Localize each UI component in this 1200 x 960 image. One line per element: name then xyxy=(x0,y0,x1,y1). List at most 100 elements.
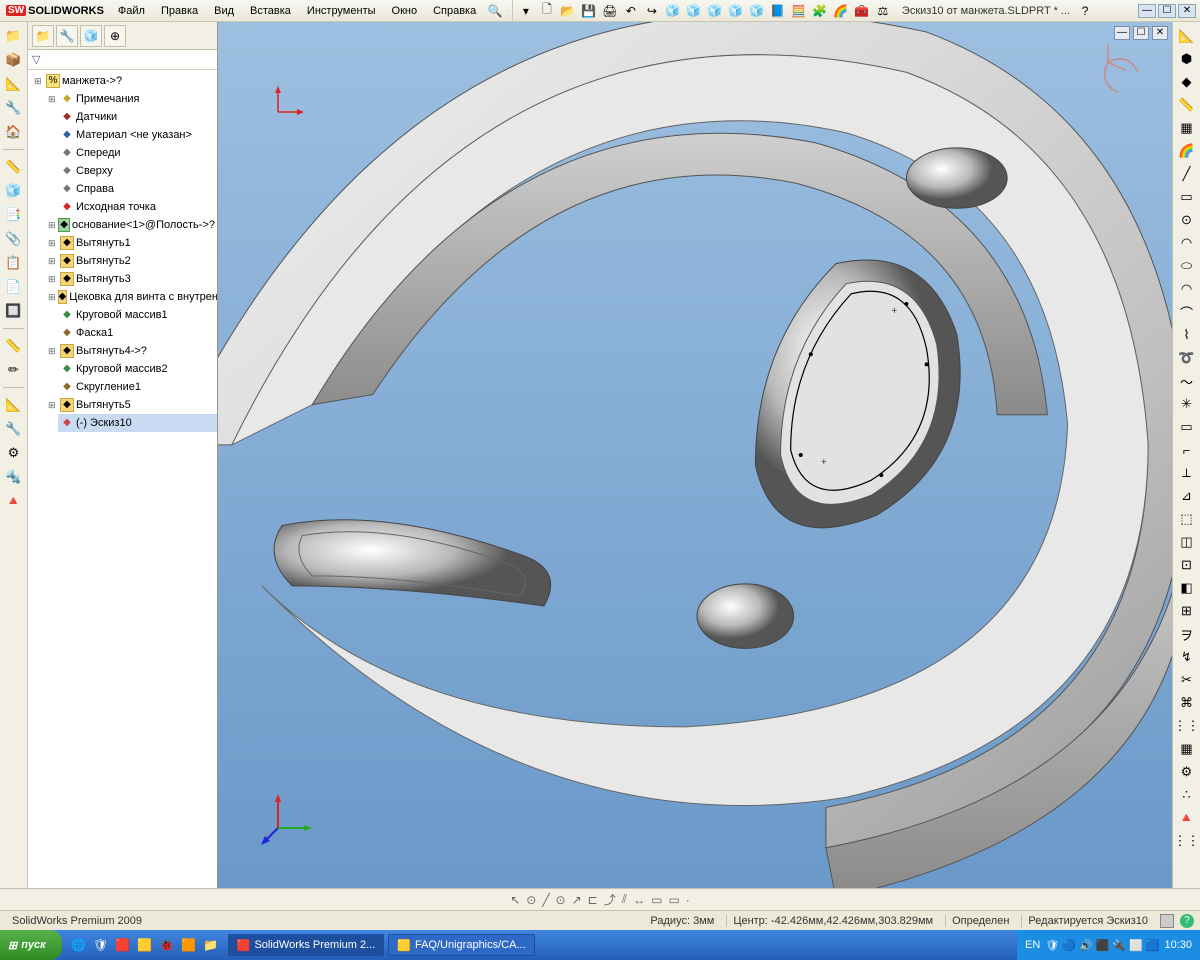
left-tool-2-0[interactable]: 📏 xyxy=(4,336,24,356)
right-tool-26[interactable]: ヲ xyxy=(1177,624,1197,644)
search-icon[interactable]: 🔍 xyxy=(486,2,504,20)
tree-root[interactable]: % манжета->? xyxy=(44,72,217,90)
tree-item-5[interactable]: ◆Справа xyxy=(58,180,217,198)
right-tool-23[interactable]: ⊡ xyxy=(1177,555,1197,575)
tree-item-7[interactable]: ◆основание<1>@Полость->? xyxy=(58,216,217,234)
toolbar-btn-6[interactable]: ↪ xyxy=(643,2,661,20)
quicklaunch-6[interactable]: 📁 xyxy=(202,936,220,954)
tree-item-11[interactable]: ◆Цековка для винта с внутрен xyxy=(58,288,217,306)
taskbar-task-1[interactable]: 🟨FAQ/Unigraphics/CA... xyxy=(388,934,534,956)
right-tool-14[interactable]: ➰ xyxy=(1177,348,1197,368)
left-tool-1-2[interactable]: 📑 xyxy=(4,205,24,225)
help-icon[interactable]: ? xyxy=(1076,2,1094,20)
right-tool-8[interactable]: ⊙ xyxy=(1177,210,1197,230)
menu-edit[interactable]: Правка xyxy=(153,3,206,19)
right-tool-27[interactable]: ↯ xyxy=(1177,647,1197,667)
tray-icon-3[interactable]: ⬛ xyxy=(1096,939,1110,952)
tree-item-0[interactable]: ◆Примечания xyxy=(58,90,217,108)
tree-tab-dimexpert[interactable]: ⊕ xyxy=(104,25,126,47)
tree-item-14[interactable]: ◆Вытянуть4->? xyxy=(58,342,217,360)
right-tool-1[interactable]: ⬢ xyxy=(1177,49,1197,69)
quicklaunch-3[interactable]: 🟨 xyxy=(136,936,154,954)
left-tool-0-1[interactable]: 📦 xyxy=(4,50,24,70)
quicklaunch-1[interactable]: 🛡 xyxy=(92,936,110,954)
right-tool-19[interactable]: ⟂ xyxy=(1177,463,1197,483)
toolbar-btn-5[interactable]: ↶ xyxy=(622,2,640,20)
menu-window[interactable]: Окно xyxy=(384,3,426,19)
quicklaunch-4[interactable]: 🐞 xyxy=(158,936,176,954)
right-tool-13[interactable]: ⌇ xyxy=(1177,325,1197,345)
tree-item-6[interactable]: ◆Исходная точка xyxy=(58,198,217,216)
tree-item-12[interactable]: ◆Круговой массив1 xyxy=(58,306,217,324)
right-tool-0[interactable]: 📐 xyxy=(1177,26,1197,46)
menu-file[interactable]: Файл xyxy=(110,3,153,19)
menu-view[interactable]: Вид xyxy=(206,3,242,19)
left-tool-1-5[interactable]: 📄 xyxy=(4,277,24,297)
toolbar-btn-9[interactable]: 🧊 xyxy=(706,2,724,20)
sketch-tool-3[interactable]: ⊙ xyxy=(556,893,566,907)
tray-icon-2[interactable]: 🔊 xyxy=(1079,939,1093,952)
maximize-button[interactable]: ☐ xyxy=(1158,4,1176,18)
right-tool-32[interactable]: ⚙ xyxy=(1177,762,1197,782)
tray-icon-5[interactable]: ⬜ xyxy=(1129,939,1143,952)
left-tool-1-3[interactable]: 📎 xyxy=(4,229,24,249)
tree-item-2[interactable]: ◆Материал <не указан> xyxy=(58,126,217,144)
left-tool-1-1[interactable]: 🧊 xyxy=(4,181,24,201)
toolbar-btn-8[interactable]: 🧊 xyxy=(685,2,703,20)
taskbar-task-0[interactable]: 🟥SolidWorks Premium 2... xyxy=(228,934,385,956)
tree-item-1[interactable]: ◆Датчики xyxy=(58,108,217,126)
quicklaunch-0[interactable]: 🌐 xyxy=(70,936,88,954)
toolbar-btn-16[interactable]: 🧰 xyxy=(853,2,871,20)
sketch-tool-1[interactable]: ⊙ xyxy=(526,893,536,907)
tree-item-9[interactable]: ◆Вытянуть2 xyxy=(58,252,217,270)
left-tool-3-1[interactable]: 🔧 xyxy=(4,419,24,439)
right-tool-7[interactable]: ▭ xyxy=(1177,187,1197,207)
quicklaunch-5[interactable]: 🟧 xyxy=(180,936,198,954)
sketch-tool-7[interactable]: ⫽ xyxy=(622,892,627,907)
right-tool-31[interactable]: ▦ xyxy=(1177,739,1197,759)
toolbar-btn-3[interactable]: 💾 xyxy=(580,2,598,20)
toolbar-btn-4[interactable]: 🖨 xyxy=(601,2,619,20)
tree-item-15[interactable]: ◆Круговой массив2 xyxy=(58,360,217,378)
tree-item-3[interactable]: ◆Спереди xyxy=(58,144,217,162)
toolbar-btn-0[interactable]: ▾ xyxy=(517,2,535,20)
menu-help[interactable]: Справка xyxy=(425,3,484,19)
right-tool-9[interactable]: ◠ xyxy=(1177,233,1197,253)
tree-tab-feature[interactable]: 📁 xyxy=(32,25,54,47)
start-button[interactable]: ⊞ пуск xyxy=(0,930,62,960)
toolbar-btn-2[interactable]: 📂 xyxy=(559,2,577,20)
toolbar-btn-17[interactable]: ⚖ xyxy=(874,2,892,20)
right-tool-12[interactable]: ⌒ xyxy=(1177,302,1197,322)
toolbar-btn-11[interactable]: 🧊 xyxy=(748,2,766,20)
tree-item-16[interactable]: ◆Скругление1 xyxy=(58,378,217,396)
tree-item-8[interactable]: ◆Вытянуть1 xyxy=(58,234,217,252)
tray-icon-0[interactable]: 🛡 xyxy=(1045,939,1059,952)
tree-filter[interactable]: ▽ xyxy=(28,50,217,70)
right-tool-28[interactable]: ✂ xyxy=(1177,670,1197,690)
quicklaunch-2[interactable]: 🟥 xyxy=(114,936,132,954)
tree-item-17[interactable]: ◆Вытянуть5 xyxy=(58,396,217,414)
right-tool-22[interactable]: ◫ xyxy=(1177,532,1197,552)
tray-icon-6[interactable]: 🟦 xyxy=(1146,939,1160,952)
left-tool-3-3[interactable]: 🔩 xyxy=(4,467,24,487)
left-tool-0-0[interactable]: 📁 xyxy=(4,26,24,46)
right-tool-33[interactable]: ∴ xyxy=(1177,785,1197,805)
right-tool-35[interactable]: ⋮⋮ xyxy=(1177,831,1197,851)
sketch-tool-4[interactable]: ↗ xyxy=(572,893,582,907)
left-tool-1-0[interactable]: 📏 xyxy=(4,157,24,177)
right-tool-30[interactable]: ⋮⋮ xyxy=(1177,716,1197,736)
sketch-tool-0[interactable]: ↖ xyxy=(510,893,520,907)
toolbar-btn-12[interactable]: 📘 xyxy=(769,2,787,20)
right-tool-2[interactable]: ◆ xyxy=(1177,72,1197,92)
lang-indicator[interactable]: EN xyxy=(1025,939,1040,951)
tree-tab-config[interactable]: 🧊 xyxy=(80,25,102,47)
right-tool-4[interactable]: ▦ xyxy=(1177,118,1197,138)
sketch-tool-2[interactable]: ╱ xyxy=(542,893,549,907)
right-tool-21[interactable]: ⬚ xyxy=(1177,509,1197,529)
tree-item-18[interactable]: ◆(-) Эскиз10 xyxy=(58,414,217,432)
tree-tab-property[interactable]: 🔧 xyxy=(56,25,78,47)
tray-icon-1[interactable]: 🔵 xyxy=(1062,939,1076,952)
left-tool-3-0[interactable]: 📐 xyxy=(4,395,24,415)
left-tool-0-3[interactable]: 🔧 xyxy=(4,98,24,118)
toolbar-btn-10[interactable]: 🧊 xyxy=(727,2,745,20)
